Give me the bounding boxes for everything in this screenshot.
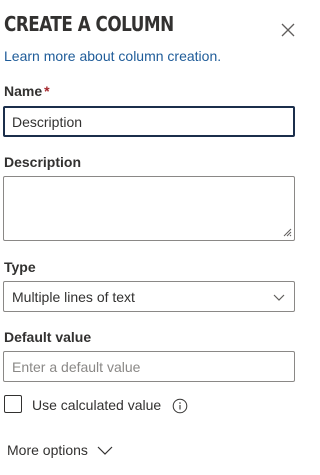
name-label: Name *: [4, 83, 50, 99]
close-icon[interactable]: [279, 21, 297, 39]
type-label: Type: [4, 259, 36, 275]
calculated-value-label: Use calculated value: [32, 397, 162, 413]
more-options-label: More options: [7, 442, 88, 458]
description-textarea[interactable]: [3, 176, 295, 241]
description-label: Description: [4, 154, 82, 170]
create-column-panel: CREATE A COLUMN Learn more about column …: [0, 0, 310, 475]
panel-title: CREATE A COLUMN: [4, 12, 174, 36]
type-dropdown[interactable]: Multiple lines of text: [3, 281, 295, 312]
type-selected-value: Multiple lines of text: [12, 288, 135, 305]
info-icon[interactable]: [172, 398, 188, 414]
calculated-value-checkbox[interactable]: [4, 395, 22, 413]
chevron-down-icon: [97, 446, 113, 455]
required-marker: *: [44, 83, 50, 99]
default-value-input[interactable]: [3, 351, 295, 382]
name-label-text: Name: [4, 83, 43, 99]
name-input[interactable]: [3, 106, 295, 137]
chevron-down-icon: [273, 294, 285, 301]
learn-more-link[interactable]: Learn more about column creation.: [4, 48, 221, 64]
default-value-label: Default value: [4, 329, 92, 345]
more-options-toggle[interactable]: More options: [7, 442, 114, 458]
